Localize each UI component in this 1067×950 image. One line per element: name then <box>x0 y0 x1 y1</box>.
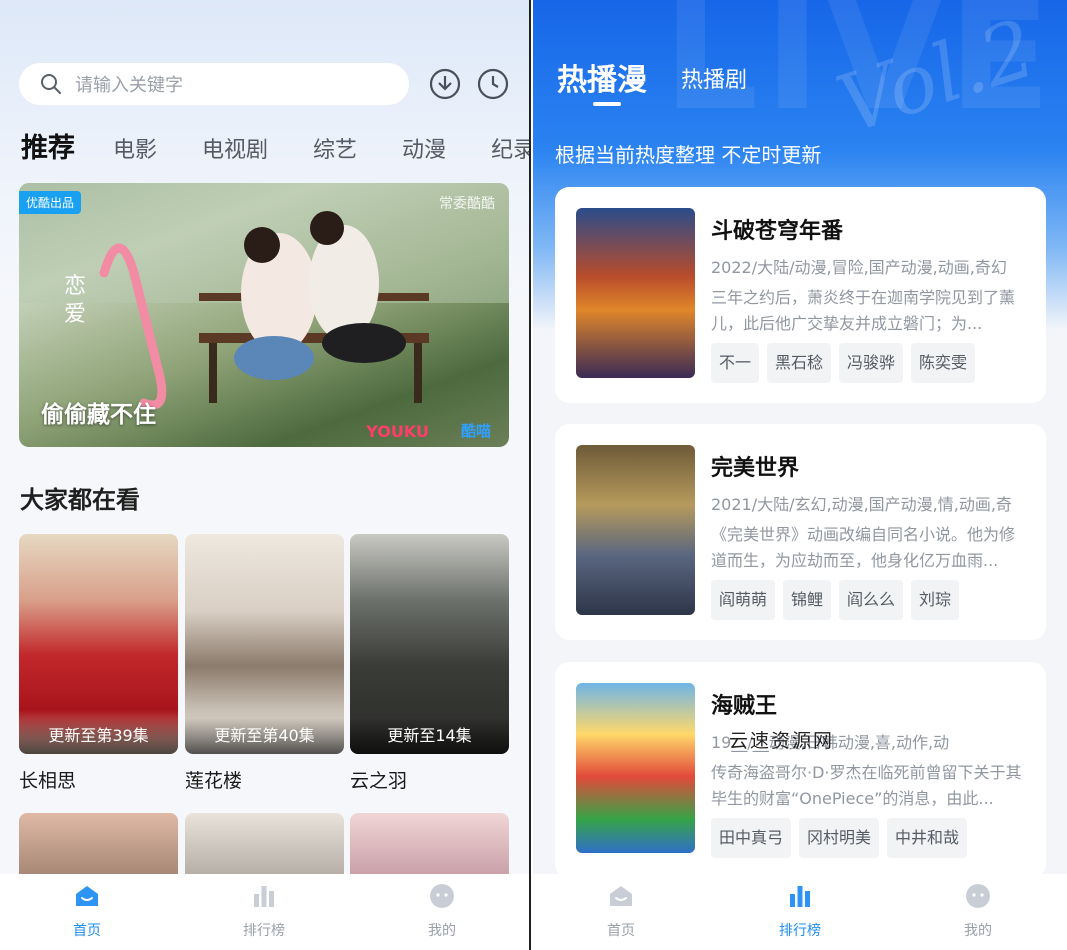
kumiao-logo: 酷喵 <box>460 422 491 440</box>
download-icon[interactable] <box>429 68 461 100</box>
item-description: 三年之约后，萧炎终于在迦南学院见到了薰儿，此后他广交挚友并成立磐门；为... <box>711 288 1016 333</box>
home-screen: 请输入关键字 推荐 电影 电视剧 综艺 动漫 纪录 恋 爱 优酷出品 常委酷酷 <box>0 0 531 950</box>
cast-tag[interactable]: 黑石稔 <box>767 343 832 383</box>
cast-tags: 阎萌萌 锦鲤 阎么么 刘琮 <box>711 580 967 620</box>
cover-image <box>576 208 695 378</box>
profile-face-icon <box>966 884 990 908</box>
home-icon <box>76 886 98 906</box>
poster-image: 更新至第40集 <box>185 534 344 754</box>
tab-label: 我的 <box>428 923 456 939</box>
video-card[interactable]: 更新至第39集 长相思 <box>19 534 178 793</box>
tab-documentary[interactable]: 纪录 <box>491 132 529 164</box>
banner-title: 偷偷藏不住 <box>41 402 156 428</box>
svg-text:恋: 恋 <box>64 274 86 299</box>
search-input[interactable]: 请输入关键字 <box>19 63 409 105</box>
cast-tag[interactable]: 阎萌萌 <box>711 580 776 620</box>
item-title: 斗破苍穹年番 <box>711 219 844 244</box>
tab-label: 排行榜 <box>779 923 821 939</box>
cast-tag[interactable]: 陈奕雯 <box>911 343 976 383</box>
update-status: 更新至第40集 <box>185 718 344 754</box>
bar-chart-icon <box>790 886 810 907</box>
item-meta: 2022/大陆/动漫,冒险,国产动漫,动画,奇幻 <box>711 258 1007 277</box>
item-description: 传奇海盗哥尔·D·罗杰在临死前曾留下关于其毕生的财富“OnePiece”的消息，… <box>711 763 1022 808</box>
cast-tag[interactable]: 田中真弓 <box>711 818 792 858</box>
watermark-text: 云速资源网 <box>729 730 835 752</box>
tab-hot-drama[interactable]: 热播剧 <box>681 62 747 94</box>
tab-mine[interactable]: 我的 <box>938 882 1018 940</box>
video-card-partial[interactable] <box>19 813 178 875</box>
svg-text:爱: 爱 <box>64 302 86 327</box>
tab-variety[interactable]: 综艺 <box>313 132 357 164</box>
cast-tag[interactable]: 不一 <box>711 343 760 383</box>
ranking-item[interactable]: 完美世界 2021/大陆/玄幻,动漫,国产动漫,情,动画,奇 《完美世界》动画改… <box>555 424 1046 640</box>
search-icon <box>41 74 61 94</box>
cover-image <box>576 683 695 853</box>
poster-image: 更新至第39集 <box>19 534 178 754</box>
tab-home[interactable]: 首页 <box>47 882 127 940</box>
bottom-tab-bar: 首页 排行榜 我的 <box>533 874 1067 950</box>
ranking-item[interactable]: 斗破苍穹年番 2022/大陆/动漫,冒险,国产动漫,动画,奇幻 三年之约后，萧炎… <box>555 187 1046 403</box>
ranking-item[interactable]: 海贼王 19__/__动漫,日韩动漫,喜,动作,动 传奇海盗哥尔·D·罗杰在临死… <box>555 662 1046 878</box>
video-title: 莲花楼 <box>185 770 243 792</box>
cast-tag[interactable]: 中井和哉 <box>887 818 968 858</box>
active-tab-indicator <box>593 102 621 106</box>
ranking-subtitle: 根据当前热度整理 不定时更新 <box>555 143 822 167</box>
video-card[interactable]: 更新至14集 云之羽 <box>350 534 509 793</box>
youku-logo: YOUKU <box>366 422 429 441</box>
video-card[interactable]: 更新至第40集 莲花楼 <box>185 534 344 793</box>
item-description: 《完美世界》动画改编自同名小说。他为修道而生，为应劫而至，他身化亿万血雨... <box>711 525 1016 570</box>
tab-anime[interactable]: 动漫 <box>402 132 446 164</box>
tab-recommend[interactable]: 推荐 <box>21 126 75 165</box>
tab-label: 排行榜 <box>243 923 285 939</box>
ranking-screen: LIVE Vol.2 热播漫 热播剧 根据当前热度整理 不定时更新 斗破苍穹年番… <box>533 0 1067 950</box>
tab-movie[interactable]: 电影 <box>113 132 157 164</box>
cast-tag[interactable]: 刘琮 <box>911 580 960 620</box>
cast-tag[interactable]: 冈村明美 <box>799 818 880 858</box>
home-icon <box>610 886 632 906</box>
item-title: 海贼王 <box>711 694 778 719</box>
cast-tag[interactable]: 冯骏骅 <box>839 343 904 383</box>
video-title: 长相思 <box>19 770 77 792</box>
featured-banner[interactable]: 恋 爱 优酷出品 常委酷酷 偷偷藏不住 YOUKU 酷喵 <box>19 183 509 447</box>
youku-original-badge: 优酷出品 <box>19 191 82 214</box>
poster-image: 更新至14集 <box>350 534 509 754</box>
tab-ranking[interactable]: 排行榜 <box>760 882 840 940</box>
tab-label: 首页 <box>73 923 101 939</box>
history-clock-icon[interactable] <box>477 68 509 100</box>
tab-hot-anime[interactable]: 热播漫 <box>557 55 647 99</box>
cast-tags: 不一 黑石稔 冯骏骅 陈奕雯 <box>711 343 983 383</box>
update-status: 更新至第39集 <box>19 718 178 754</box>
cast-tag[interactable]: 锦鲤 <box>783 580 832 620</box>
update-status: 更新至14集 <box>350 718 509 754</box>
cover-image <box>576 445 695 615</box>
item-meta: 2021/大陆/玄幻,动漫,国产动漫,情,动画,奇 <box>711 495 1012 514</box>
tab-label: 我的 <box>964 923 992 939</box>
category-tabs: 推荐 电影 电视剧 综艺 动漫 纪录 <box>21 126 529 165</box>
tab-label: 首页 <box>607 923 635 939</box>
search-placeholder: 请输入关键字 <box>75 75 183 96</box>
profile-face-icon <box>430 884 454 908</box>
cast-tag[interactable]: 阎么么 <box>839 580 904 620</box>
banner-corner-logo: 常委酷酷 <box>439 196 495 212</box>
tab-ranking[interactable]: 排行榜 <box>224 882 304 940</box>
bottom-tab-bar: 首页 排行榜 我的 <box>0 874 529 950</box>
section-title: 大家都在看 <box>20 486 140 514</box>
tab-mine[interactable]: 我的 <box>402 882 482 940</box>
video-card-partial[interactable] <box>185 813 344 875</box>
video-card-partial[interactable] <box>350 813 509 875</box>
item-title: 完美世界 <box>711 456 800 481</box>
tab-home[interactable]: 首页 <box>581 882 661 940</box>
tab-tv[interactable]: 电视剧 <box>202 132 268 164</box>
video-title: 云之羽 <box>350 770 408 792</box>
cast-tags: 田中真弓 冈村明美 中井和哉 <box>711 818 975 858</box>
bar-chart-icon <box>254 886 274 907</box>
